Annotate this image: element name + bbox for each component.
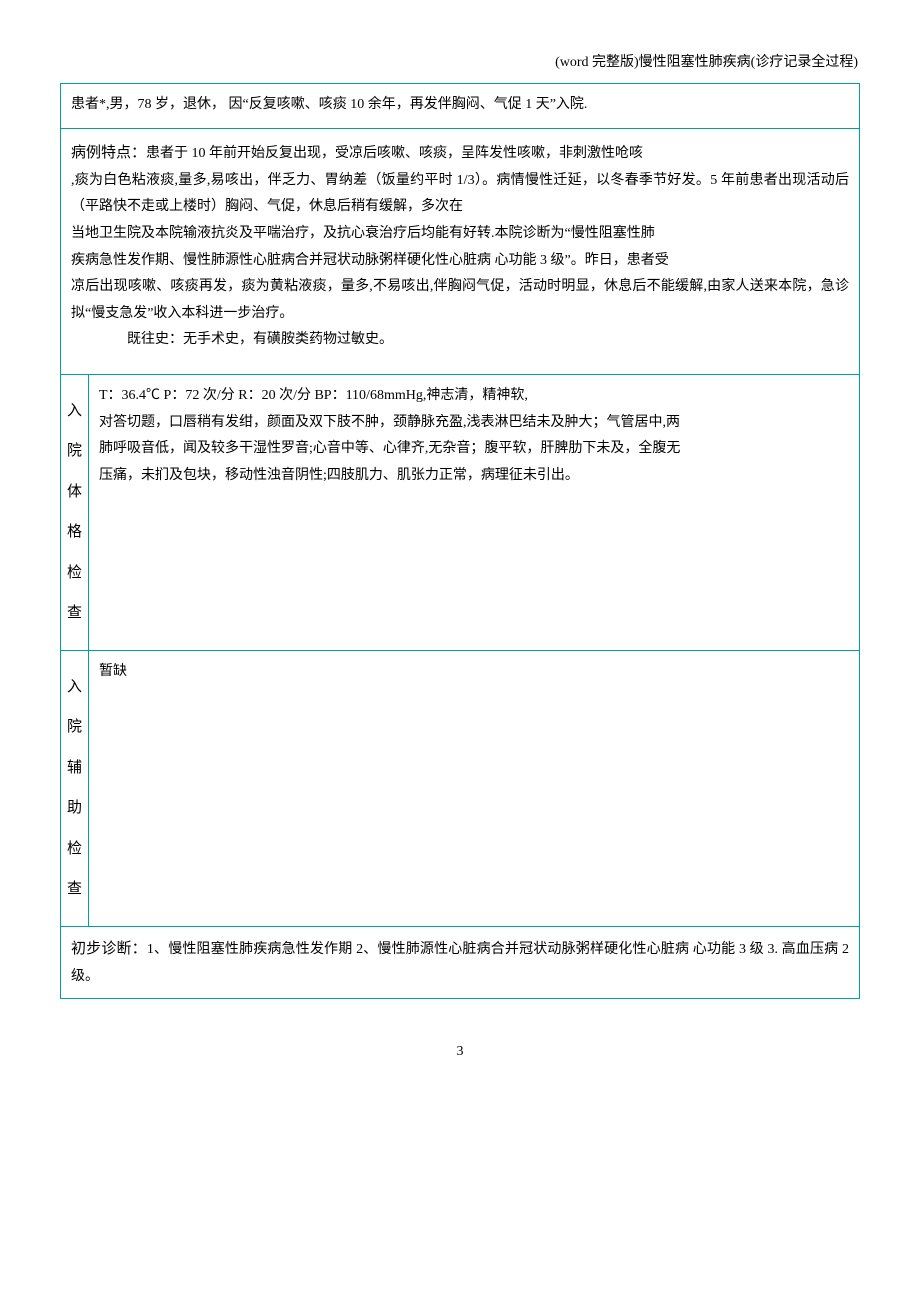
vchar: 查 <box>65 599 84 628</box>
exam-l1: T：36.4℃ P：72 次/分 R：20 次/分 BP：110/68mmHg,… <box>99 383 849 410</box>
exam-l3: 肺呼吸音低，闻及较多干湿性罗音;心音中等、心律齐,无杂音；腹平软，肝脾肋下未及，… <box>99 436 849 463</box>
page-number: 3 <box>60 1039 860 1066</box>
diagnosis-title: 初步诊断： <box>71 940 147 957</box>
vchar: 查 <box>65 875 84 904</box>
case-p1: 患者于 10 年前开始反复出现，受凉后咳嗽、咳痰，呈阵发性咳嗽，非刺激性呛咳 <box>146 146 643 161</box>
vchar: 辅 <box>65 754 84 783</box>
diagnosis-cell: 初步诊断：1、慢性阻塞性肺疾病急性发作期 2、慢性肺源性心脏病合并冠状动脉粥样硬… <box>61 926 860 998</box>
case-p2: ,痰为白色粘液痰,量多,易咳出，伴乏力、胃纳差（饭量约平时 1/3）。病情慢性迁… <box>71 168 849 221</box>
case-features-cell: 病例特点：患者于 10 年前开始反复出现，受凉后咳嗽、咳痰，呈阵发性咳嗽，非刺激… <box>61 129 860 375</box>
aux-text: 暂缺 <box>99 664 127 679</box>
exam-side-label: 入 院 体 格 检 查 <box>61 374 89 650</box>
vchar: 入 <box>65 397 84 426</box>
vchar: 检 <box>65 559 84 588</box>
vchar: 检 <box>65 835 84 864</box>
vchar: 格 <box>65 518 84 547</box>
vchar: 助 <box>65 794 84 823</box>
vchar: 院 <box>65 713 84 742</box>
aux-side-label: 入 院 辅 助 检 查 <box>61 650 89 926</box>
vchar: 入 <box>65 673 84 702</box>
case-title: 病例特点： <box>71 144 146 161</box>
case-p3: 当地卫生院及本院输液抗炎及平喘治疗，及抗心衰治疗后均能有好转.本院诊断为“慢性阻… <box>71 221 849 248</box>
record-table: 患者*,男，78 岁，退休， 因“反复咳嗽、咳痰 10 余年，再发伴胸闷、气促 … <box>60 83 860 1000</box>
vchar: 体 <box>65 478 84 507</box>
exam-content-cell: T：36.4℃ P：72 次/分 R：20 次/分 BP：110/68mmHg,… <box>89 374 860 650</box>
case-p6: 既往史：无手术史，有磺胺类药物过敏史。 <box>71 327 849 354</box>
exam-l4: 压痛，未扪及包块，移动性浊音阴性;四肢肌力、肌张力正常，病理征未引出。 <box>99 463 849 490</box>
patient-intro-cell: 患者*,男，78 岁，退休， 因“反复咳嗽、咳痰 10 余年，再发伴胸闷、气促 … <box>61 83 860 129</box>
case-p4: 疾病急性发作期、慢性肺源性心脏病合并冠状动脉粥样硬化性心脏病 心功能 3 级”。… <box>71 248 849 275</box>
patient-intro-text: 患者*,男，78 岁，退休， 因“反复咳嗽、咳痰 10 余年，再发伴胸闷、气促 … <box>71 97 587 112</box>
document-header: (word 完整版)慢性阻塞性肺疾病(诊疗记录全过程) <box>60 50 860 77</box>
case-features-block: 病例特点：患者于 10 年前开始反复出现，受凉后咳嗽、咳痰，呈阵发性咳嗽，非刺激… <box>71 139 849 168</box>
diagnosis-text: 1、慢性阻塞性肺疾病急性发作期 2、慢性肺源性心脏病合并冠状动脉粥样硬化性心脏病… <box>71 942 849 984</box>
aux-content-cell: 暂缺 <box>89 650 860 926</box>
case-p5: 凉后出现咳嗽、咳痰再发，痰为黄粘液痰，量多,不易咳出,伴胸闷气促，活动时明显，休… <box>71 274 849 327</box>
exam-l2: 对答切题，口唇稍有发绀，颜面及双下肢不肿，颈静脉充盈,浅表淋巴结未及肿大；气管居… <box>99 410 849 437</box>
vchar: 院 <box>65 437 84 466</box>
